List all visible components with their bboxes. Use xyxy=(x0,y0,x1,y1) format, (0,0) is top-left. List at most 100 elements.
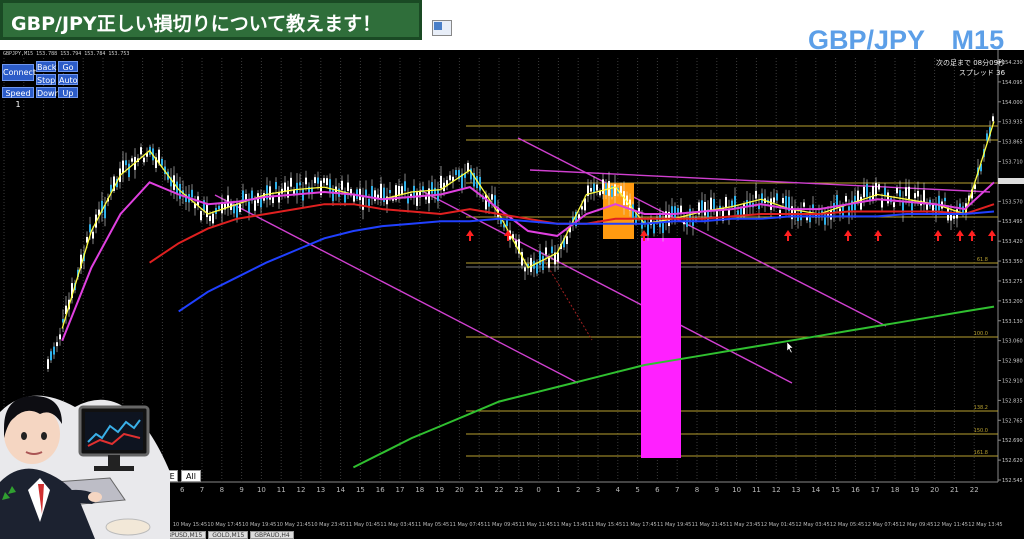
x-hour-tick: 2 xyxy=(576,486,580,494)
x-hour-tick: 20 xyxy=(930,486,939,494)
x-hour-tick: 8 xyxy=(695,486,699,494)
x-date-tick: 11 May 17:45 xyxy=(622,522,656,528)
candle-body xyxy=(317,177,319,184)
x-date-tick: 11 May 21:45 xyxy=(692,522,726,528)
back-button[interactable]: Back xyxy=(36,61,56,72)
x-hour-tick: 13 xyxy=(792,486,801,494)
title-banner: GBP/JPY正しい損切りについて教えます！ xyxy=(0,0,422,40)
x-date-tick: 10 May 17:45 xyxy=(207,522,241,528)
candle-body xyxy=(797,214,799,222)
candle-body xyxy=(566,236,568,245)
x-hour-tick: 9 xyxy=(715,486,719,494)
x-hour-tick: 4 xyxy=(616,486,621,494)
candle-body xyxy=(200,211,202,221)
fib-level-label: 138.2 xyxy=(974,405,988,411)
x-hour-tick: 15 xyxy=(356,486,365,494)
candle-body xyxy=(938,195,940,211)
fib-level-label: 150.0 xyxy=(974,428,988,434)
candle-body xyxy=(596,184,598,191)
candle-body xyxy=(206,203,208,218)
x-hour-tick: 17 xyxy=(396,486,405,494)
candle-body xyxy=(755,190,757,199)
candle-body xyxy=(161,158,163,166)
candle-body xyxy=(866,183,868,197)
y-tick-label: 152.910 xyxy=(1002,378,1023,384)
x-hour-tick: 19 xyxy=(910,486,919,494)
candle-body xyxy=(50,351,52,361)
candle-body xyxy=(347,182,349,191)
candle-body xyxy=(731,200,733,207)
candle-body xyxy=(584,198,586,211)
fib-level-label: 100.0 xyxy=(974,331,988,337)
go-button[interactable]: Go xyxy=(58,61,78,72)
monitor-base xyxy=(94,466,134,471)
candle-body xyxy=(143,157,145,163)
candle-body xyxy=(542,255,544,270)
window-icon-mark xyxy=(434,22,442,30)
candle-body xyxy=(770,198,772,210)
candle-body xyxy=(269,186,271,200)
candle-body xyxy=(545,247,547,255)
x-date-tick: 10 May 21:45 xyxy=(277,522,311,528)
x-hour-tick: 10 xyxy=(732,486,741,494)
candle-body xyxy=(548,257,550,268)
candle-body xyxy=(326,178,328,186)
y-tick-label: 152.690 xyxy=(1002,438,1023,444)
candle-body xyxy=(524,267,526,272)
candle-body xyxy=(47,359,49,369)
candle-body xyxy=(404,181,406,192)
x-hour-tick: 14 xyxy=(336,486,345,494)
connect-button[interactable]: Connect xyxy=(2,64,36,81)
stop-button[interactable]: Stop xyxy=(36,74,56,85)
magenta-zone xyxy=(641,238,681,458)
up-button[interactable]: Up xyxy=(58,87,78,98)
candle-body xyxy=(329,179,331,192)
x-hour-tick: 19 xyxy=(435,486,444,494)
x-hour-tick: 14 xyxy=(811,486,820,494)
tab-gbpaud[interactable]: GBPAUD,H4 xyxy=(250,531,294,539)
y-tick-label: 152.765 xyxy=(1002,418,1023,424)
candle-body xyxy=(734,195,736,209)
candle-body xyxy=(647,222,649,236)
all-button[interactable]: All xyxy=(181,470,201,482)
candle-body xyxy=(284,182,286,192)
candle-body xyxy=(56,342,58,347)
candle-body xyxy=(140,147,142,155)
x-hour-tick: 13 xyxy=(316,486,325,494)
x-date-tick: 11 May 01:45 xyxy=(346,522,380,528)
candle-body xyxy=(803,202,805,207)
x-hour-tick: 7 xyxy=(675,486,679,494)
candle-body xyxy=(632,204,634,219)
auto-button[interactable]: Auto xyxy=(58,74,78,85)
candle-body xyxy=(254,200,256,211)
presenter-avatar xyxy=(0,395,170,539)
down-button[interactable]: Down xyxy=(36,87,60,98)
x-date-tick: 12 May 01:45 xyxy=(761,522,795,528)
candle-body xyxy=(539,250,541,266)
x-hour-tick: 8 xyxy=(220,486,224,494)
candle-body xyxy=(887,192,889,204)
candle-body xyxy=(434,187,436,195)
candle-body xyxy=(857,190,859,202)
candle-body xyxy=(122,160,124,174)
candle-body xyxy=(359,188,361,201)
candle-body xyxy=(278,192,280,203)
x-hour-tick: 3 xyxy=(596,486,600,494)
y-tick-label: 152.980 xyxy=(1002,359,1023,365)
x-date-tick: 11 May 03:45 xyxy=(380,522,414,528)
avatar-eye-left xyxy=(21,432,27,440)
x-date-tick: 11 May 15:45 xyxy=(588,522,622,528)
tab-gold[interactable]: GOLD,M15 xyxy=(208,531,249,539)
current-price-marker xyxy=(998,178,1024,184)
candle-body xyxy=(299,182,301,186)
avatar-eye-right xyxy=(41,432,47,440)
candle-body xyxy=(212,213,214,224)
y-tick-label: 154.230 xyxy=(1002,60,1023,66)
monitor-screen xyxy=(85,412,143,450)
speed-button[interactable]: Speed 1 xyxy=(2,87,34,109)
x-date-tick: 11 May 19:45 xyxy=(657,522,691,528)
candle-body xyxy=(314,177,316,184)
y-tick-label: 153.275 xyxy=(1002,279,1023,285)
x-hour-tick: 7 xyxy=(200,486,204,494)
candle-body xyxy=(305,177,307,185)
